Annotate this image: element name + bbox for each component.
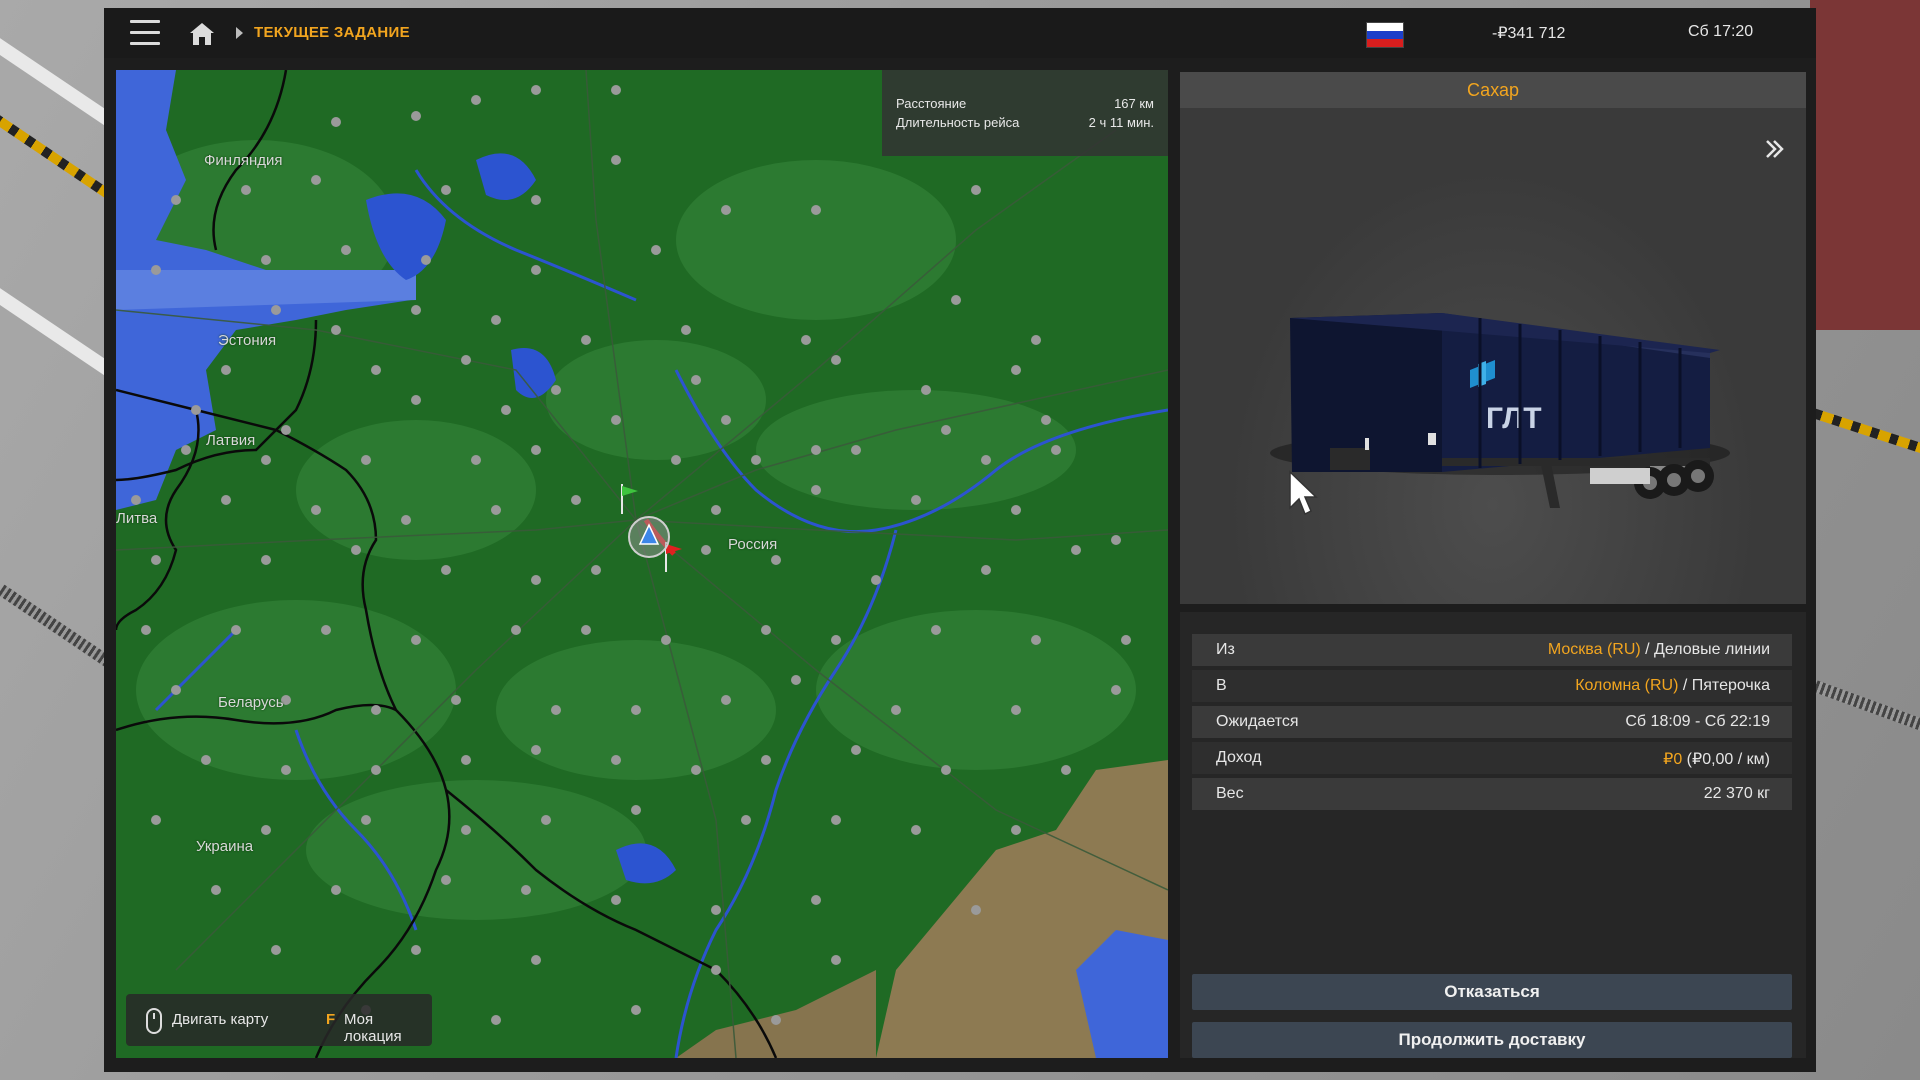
- cargo-title: Сахар: [1180, 72, 1806, 108]
- breadcrumb-current: ТЕКУЩЕЕ ЗАДАНИЕ: [254, 24, 410, 41]
- distance-label: Расстояние: [896, 96, 967, 111]
- building-wall: [1810, 0, 1920, 330]
- player-location-icon: [628, 516, 670, 558]
- country-label-latvia: Латвия: [206, 432, 256, 449]
- weight-value: 22 370 кг: [1703, 785, 1770, 802]
- country-label-russia: Россия: [728, 536, 778, 553]
- country-label-finland: Финляндия: [204, 152, 283, 169]
- breadcrumb-arrow-icon: [236, 27, 243, 39]
- expected-label: Ожидается: [1216, 713, 1299, 730]
- to-row: В Коломна (RU) / Пятерочка: [1192, 670, 1792, 702]
- map-controls-hint: Двигать карту F Моя локация: [126, 994, 432, 1046]
- route-map[interactable]: Финляндия Эстония Латвия Литва Россия Бе…: [116, 70, 1168, 1058]
- duration-row: Длительность рейса 2 ч 11 мин.: [896, 115, 1154, 130]
- from-value: Москва (RU) / Деловые линии: [1548, 641, 1770, 659]
- from-city: Москва (RU): [1547, 641, 1641, 658]
- home-icon[interactable]: [188, 21, 216, 47]
- top-bar: ТЕКУЩЕЕ ЗАДАНИЕ -₽341 712 Сб 17:20: [104, 8, 1816, 58]
- expected-value: Сб 18:09 - Сб 22:19: [1625, 713, 1770, 730]
- income-rate: (₽0,00 / км): [1682, 751, 1770, 768]
- job-window: ТЕКУЩЕЕ ЗАДАНИЕ -₽341 712 Сб 17:20 Финля…: [104, 8, 1816, 1072]
- distance-value: 167 км: [1114, 96, 1154, 111]
- mouse-icon: [146, 1008, 162, 1034]
- russia-flag-icon: [1366, 22, 1404, 48]
- from-row: Из Москва (RU) / Деловые линии: [1192, 634, 1792, 666]
- weight-row: Вес 22 370 кг: [1192, 778, 1792, 810]
- route-info-box: Расстояние 167 км Длительность рейса 2 ч…: [882, 70, 1168, 156]
- country-label-lithuania: Литва: [116, 510, 158, 527]
- money-balance: -₽341 712: [1492, 25, 1566, 42]
- to-label: В: [1216, 677, 1227, 694]
- continue-delivery-button[interactable]: Продолжить доставку: [1192, 1022, 1792, 1058]
- fast-forward-icon[interactable]: [1764, 138, 1786, 160]
- my-location-hint[interactable]: Моя локация: [344, 1011, 432, 1045]
- from-company: / Деловые линии: [1640, 641, 1770, 658]
- trailer-image: ГЛТ: [1270, 313, 1730, 508]
- hotkey-f: F: [326, 1011, 336, 1028]
- to-company: / Пятерочка: [1678, 677, 1770, 694]
- income-label: Доход: [1216, 749, 1262, 766]
- expected-row: Ожидается Сб 18:09 - Сб 22:19: [1192, 706, 1792, 738]
- decline-button[interactable]: Отказаться: [1192, 974, 1792, 1010]
- distance-row: Расстояние 167 км: [896, 96, 1154, 111]
- duration-value: 2 ч 11 мин.: [1088, 115, 1154, 130]
- income-amount: ₽0: [1663, 751, 1683, 768]
- from-label: Из: [1216, 641, 1235, 658]
- country-label-estonia: Эстония: [218, 332, 277, 349]
- move-map-hint: Двигать карту: [172, 1011, 269, 1028]
- game-clock: Сб 17:20: [1688, 23, 1754, 40]
- to-value: Коломна (RU) / Пятерочка: [1575, 677, 1770, 695]
- to-city: Коломна (RU): [1575, 677, 1679, 694]
- trailer-logo-text: ГЛТ: [1486, 402, 1542, 435]
- duration-label: Длительность рейса: [896, 115, 1020, 130]
- weight-label: Вес: [1216, 785, 1244, 802]
- cargo-preview-panel: Сахар ГЛТ: [1180, 72, 1806, 604]
- country-label-belarus: Беларусь: [218, 694, 284, 711]
- hamburger-menu-icon[interactable]: [130, 20, 160, 46]
- job-details-panel: Из Москва (RU) / Деловые линии В Коломна…: [1180, 612, 1806, 1058]
- country-label-ukraine: Украина: [196, 838, 254, 855]
- mouse-cursor-icon: [1289, 470, 1318, 516]
- trailer-preview: ГЛТ: [1180, 108, 1806, 604]
- income-value: ₽0 (₽0,00 / км): [1663, 749, 1770, 769]
- start-flag-icon: [621, 484, 638, 514]
- income-row: Доход ₽0 (₽0,00 / км): [1192, 742, 1792, 774]
